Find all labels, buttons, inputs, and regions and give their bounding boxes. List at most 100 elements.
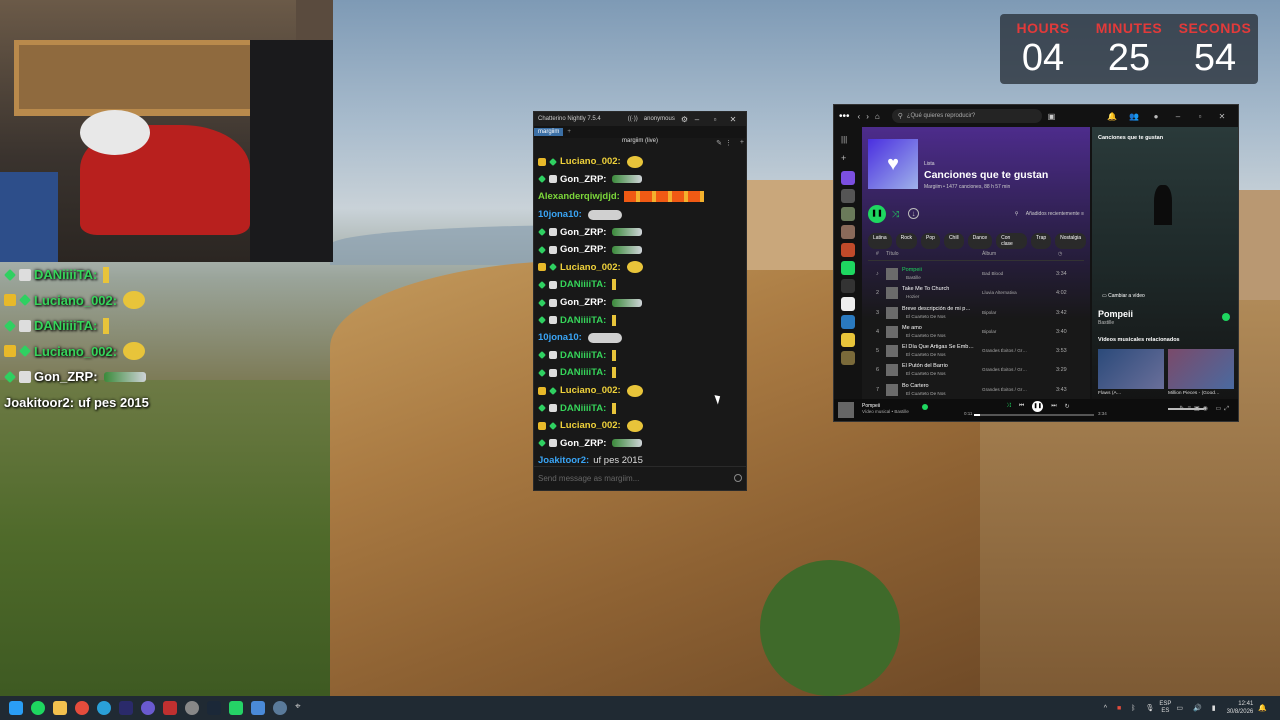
chat-username[interactable]: Joakitoor2: [4,395,74,410]
library-item[interactable] [841,297,855,311]
chevron-up-icon[interactable]: ^ [1104,705,1107,712]
chat-username[interactable]: Luciano_002: [34,344,117,359]
library-item[interactable] [841,261,855,275]
sort-dropdown[interactable]: ⚲ Añadidos recientemente ≡ [1015,211,1084,217]
now-playing-artist[interactable]: Bastille [1098,320,1114,326]
track-album[interactable]: Grandes Éxitos / Gr… [982,367,1027,372]
chat-username[interactable]: DANiiiiTA: [560,315,606,326]
related-video-thumb[interactable] [1098,349,1164,389]
track-album[interactable]: Bipolar [982,310,996,315]
battery-icon[interactable]: ▮ [1212,704,1216,712]
network-icon[interactable]: ▭ [1176,704,1183,712]
filter-chip[interactable]: Dance [967,233,993,249]
switch-to-video-button[interactable]: ▭ Cambiar a vídeo [1102,293,1145,299]
notepad-icon[interactable] [251,701,265,715]
track-artist[interactable]: El Cuarteto De Nos [906,333,946,338]
spotify-window[interactable]: ••• ‹ › ⌂ ⚲ ¿Qué quieres reproducir? ▣ 🔔… [833,104,1239,422]
track-row[interactable]: 2 Take Me To Church Hozier Lluvia Alternati… [868,284,1084,303]
broadcast-icon[interactable]: ((·)) [628,116,638,122]
track-row[interactable]: 4 Me amo El Cuarteto De Nos Bipolar 3:40 [868,323,1084,342]
now-playing-song[interactable]: Pompeii [1098,309,1133,319]
snipping-icon[interactable]: ⌖ [295,701,309,715]
language-indicator[interactable]: ESP ES [1159,701,1171,715]
liked-songs-item[interactable] [841,171,855,185]
filter-chip[interactable]: Pop [921,233,940,249]
library-item[interactable] [841,351,855,365]
track-artist[interactable]: El Cuarteto De Nos [906,391,946,396]
library-item[interactable] [841,189,855,203]
previous-icon[interactable]: ⏮ [1019,403,1024,410]
library-item[interactable] [841,243,855,257]
chat-username[interactable]: DANiiiiTA: [34,318,97,333]
filter-chip[interactable]: Latina [868,233,892,249]
saved-check-icon[interactable] [1222,313,1230,321]
chrome-icon[interactable] [75,701,89,715]
chat-username[interactable]: Gon_ZRP: [560,297,606,308]
filter-chip[interactable]: Rock [895,233,918,249]
account-button[interactable]: anonymous [644,116,675,122]
related-video-title[interactable]: Flaws (A… [1098,391,1121,396]
minimize-button[interactable]: – [1167,112,1189,121]
chat-username[interactable]: Joakitoor2: [538,455,589,466]
chatterino-icon[interactable] [273,701,287,715]
next-icon[interactable]: ⏭ [1051,403,1056,410]
chatterino-titlebar[interactable]: Chatterino Nightly 7.5.4 ((·)) anonymous… [534,112,746,126]
app-icon[interactable] [163,701,177,715]
track-album[interactable]: Bad Blood [982,271,1003,276]
notifications-icon[interactable]: 🔔 [1258,704,1267,712]
library-item[interactable] [841,207,855,221]
tab-margiim[interactable]: margiim [534,128,564,136]
chat-username[interactable]: DANiiiiTA: [560,350,606,361]
bar-artist[interactable]: Vídeo musical • Bastille [862,409,909,414]
shuffle-icon[interactable]: ⤨ [892,209,899,220]
start-button[interactable] [9,701,23,715]
close-button[interactable]: ✕ [724,115,742,124]
microphone-icon[interactable]: 🎙 [1145,704,1154,712]
now-playing-thumb[interactable] [838,402,854,418]
track-artist[interactable]: El Cuarteto De Nos [906,352,946,357]
pause-button[interactable]: ❚❚ [1032,401,1044,412]
more-options-icon[interactable]: ⋮ [725,139,732,147]
chat-username[interactable]: Luciano_002: [560,262,621,273]
library-icon[interactable]: ||| [841,135,855,149]
chat-username[interactable]: DANiiiiTA: [34,267,97,282]
chat-username[interactable]: Alexanderqiwjdjd: [538,191,620,202]
filter-chip[interactable]: Con clase [996,233,1028,249]
related-video-title[interactable]: Million Pieces - (Good… [1168,391,1220,396]
chat-username[interactable]: Gon_ZRP: [34,369,98,384]
chat-username[interactable]: Luciano_002: [34,293,117,308]
extra-controls[interactable]: ✎≡▣◉ ▭⤢ [1179,405,1232,413]
forward-arrow-icon[interactable]: › [866,112,869,121]
steam-icon[interactable] [207,701,221,715]
minimize-button[interactable]: – [688,115,706,124]
maximize-button[interactable]: ▫ [1189,112,1211,121]
search-icon[interactable]: ⚲ [1015,211,1019,217]
track-row[interactable]: 7 Bo Cartero El Cuarteto De Nos Grandes Éxi… [868,381,1084,400]
menu-dots-icon[interactable]: ••• [839,111,850,122]
chat-username[interactable]: Gon_ZRP: [560,227,606,238]
discord-icon[interactable] [141,701,155,715]
library-item[interactable] [841,279,855,293]
file-explorer-icon[interactable] [53,701,67,715]
chatterino-window[interactable]: Chatterino Nightly 7.5.4 ((·)) anonymous… [533,111,747,491]
track-album[interactable]: Bipolar [982,329,996,334]
filter-chip[interactable]: Trap [1031,233,1052,249]
chat-username[interactable]: Luciano_002: [560,156,621,167]
split-add-icon[interactable]: + [740,139,744,146]
create-icon[interactable]: + [841,153,855,167]
saved-check-icon[interactable] [922,404,928,410]
track-row[interactable]: 5 El Día Que Artigas Se Emb… El Cuarteto D… [868,342,1084,361]
track-album[interactable]: Lluvia Alternativa [982,290,1017,295]
shuffle-icon[interactable]: ⤨ [1006,403,1011,410]
home-icon[interactable]: ⌂ [875,112,880,121]
gear-icon[interactable]: ⚙ [681,115,688,124]
library-item[interactable] [841,225,855,239]
maximize-button[interactable]: ▫ [706,115,724,124]
track-album[interactable]: Grandes Éxitos / Gr… [982,348,1027,353]
progress-bar[interactable] [974,414,1094,416]
tray-app-icon[interactable]: ■ [1117,705,1121,712]
close-button[interactable]: ✕ [1211,112,1233,121]
chat-username[interactable]: Gon_ZRP: [560,438,606,449]
search-input[interactable]: ⚲ ¿Qué quieres reproducir? [891,109,1042,123]
spotify-icon[interactable] [31,701,45,715]
